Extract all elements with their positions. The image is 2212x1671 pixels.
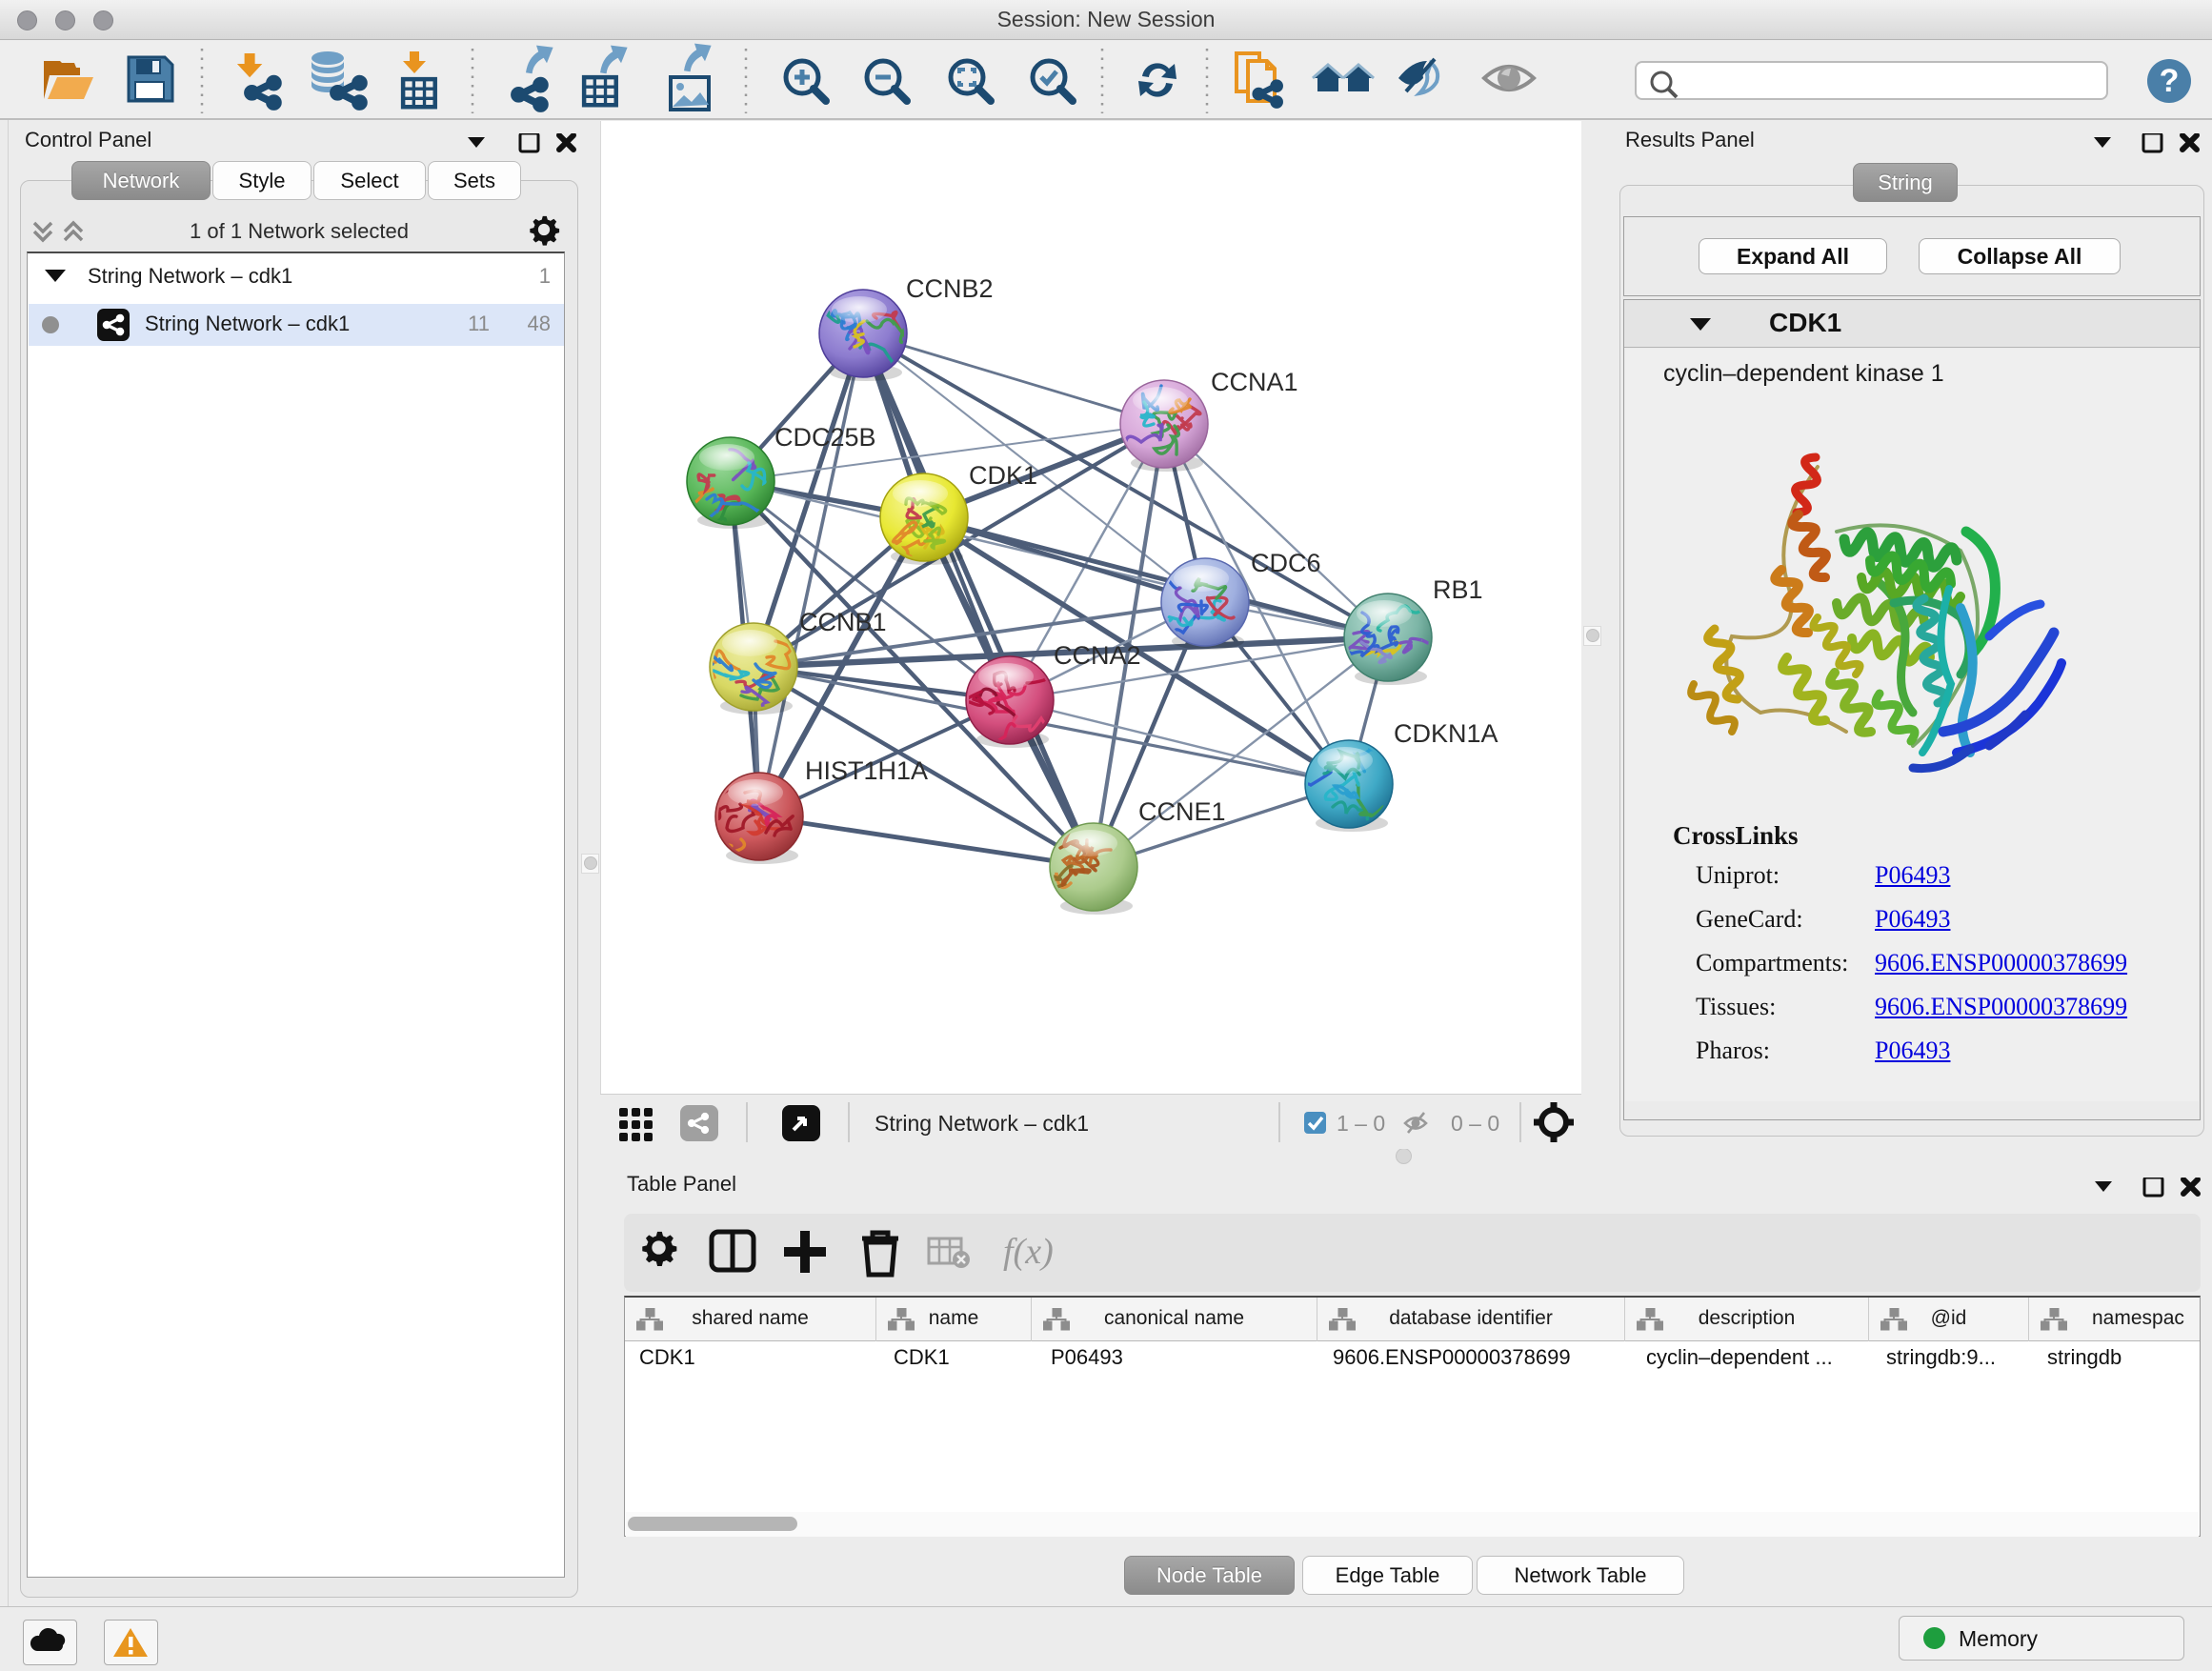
svg-text:f(x): f(x) (1003, 1232, 1054, 1272)
svg-text:CCNE1: CCNE1 (1138, 797, 1226, 826)
svg-text:CDC25B: CDC25B (774, 423, 876, 452)
svg-text:CCNB2: CCNB2 (906, 274, 994, 303)
svg-text:1 – 0: 1 – 0 (1337, 1111, 1385, 1136)
svg-text:CCNB1: CCNB1 (799, 608, 887, 636)
svg-text:CDKN1A: CDKN1A (1394, 719, 1498, 748)
svg-text:HIST1H1A: HIST1H1A (805, 756, 928, 785)
svg-text:RB1: RB1 (1433, 575, 1483, 604)
svg-text:String Network – cdk1: String Network – cdk1 (875, 1111, 1089, 1136)
svg-text:CCNA2: CCNA2 (1054, 641, 1141, 670)
svg-text:CDK1: CDK1 (969, 461, 1037, 490)
svg-text:CDC6: CDC6 (1251, 549, 1321, 577)
svg-text:CCNA1: CCNA1 (1211, 368, 1298, 396)
svg-text:0 – 0: 0 – 0 (1451, 1111, 1499, 1136)
